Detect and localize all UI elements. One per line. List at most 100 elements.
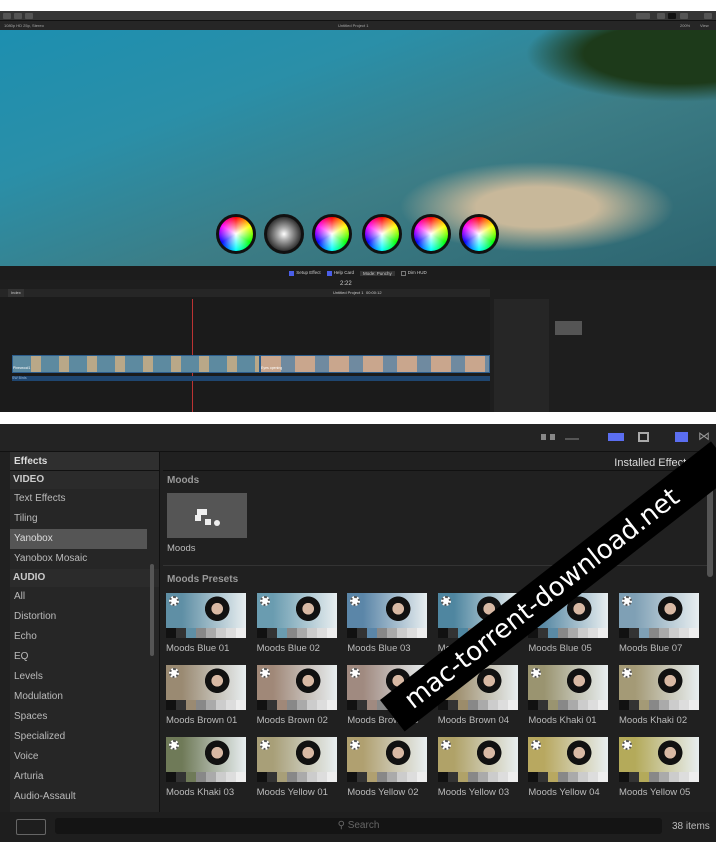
index-button[interactable]: Index xyxy=(8,289,24,297)
sidebar-item-yanobox-mosaic[interactable]: Yanobox Mosaic xyxy=(10,549,159,569)
color-wheel-3[interactable] xyxy=(312,214,352,254)
preset-thumb[interactable] xyxy=(256,665,337,710)
effect-controls-bar: Setup Effect Help Card Mode: Punchy Dim … xyxy=(0,266,716,280)
sidebar-item-modulation[interactable]: Modulation xyxy=(10,687,159,707)
browser-toolbar: ⋈ xyxy=(0,424,716,452)
inspector-toggle[interactable] xyxy=(680,13,688,19)
color-wheel-6[interactable] xyxy=(459,214,499,254)
preset-badge-icon xyxy=(169,740,179,750)
app-toolbar xyxy=(0,11,716,21)
preset-thumb[interactable] xyxy=(166,665,246,710)
preset-badge-icon xyxy=(622,668,632,678)
sidebar-item-eq[interactable]: EQ xyxy=(10,647,159,667)
timeline-toggle[interactable] xyxy=(668,13,676,19)
clip-appearance-icon[interactable] xyxy=(638,432,649,442)
sidebar-item-audio-assault[interactable]: Audio-Assault xyxy=(10,787,159,807)
preset-thumb[interactable] xyxy=(256,593,337,638)
preset-label: Moods Khaki 03 xyxy=(166,787,235,798)
browser-toggle[interactable] xyxy=(657,13,665,19)
sidebar-item-all[interactable]: All xyxy=(10,587,159,607)
sidebar-item-specialized[interactable]: Specialized xyxy=(10,727,159,747)
zoom-menu[interactable]: 200% xyxy=(680,21,690,30)
effects-browser-toggle-icon[interactable] xyxy=(675,432,688,442)
preset-thumb[interactable] xyxy=(619,737,699,782)
background-tasks-button[interactable] xyxy=(25,13,33,19)
viewer-project-title: Untitled Project 1 xyxy=(338,23,369,28)
sidebar-item-tiling[interactable]: Tiling xyxy=(10,509,159,529)
item-count: 38 items xyxy=(672,821,710,832)
sidebar-item-yanobox[interactable]: Yanobox xyxy=(10,529,147,549)
sidebar-toggle-button[interactable] xyxy=(16,819,46,835)
dim-hud-checkbox[interactable]: Dim HUD xyxy=(400,270,427,276)
audio-skimming-icon[interactable] xyxy=(565,434,579,440)
sidebar-item-arturia[interactable]: Arturia xyxy=(10,767,159,787)
preset-badge-icon xyxy=(259,668,270,678)
search-placeholder: Search xyxy=(347,820,380,831)
color-wheel-4[interactable] xyxy=(362,214,402,254)
color-wheel-luma[interactable] xyxy=(264,214,304,254)
preset-label: Moods Blue 01 xyxy=(166,643,230,654)
audio-clip[interactable]: SW Birds xyxy=(12,376,490,381)
clip-skimming-icon[interactable] xyxy=(541,434,555,440)
workspace-button[interactable] xyxy=(636,13,650,19)
moods-logo-icon xyxy=(195,509,220,526)
keywords-button[interactable] xyxy=(14,13,22,19)
preset-label: Moods Blue 03 xyxy=(347,643,411,654)
help-card-checkbox[interactable]: Help Card xyxy=(326,270,354,276)
import-button[interactable] xyxy=(3,13,11,19)
preset-badge-icon xyxy=(259,740,270,750)
preset-thumb[interactable] xyxy=(528,737,609,782)
preset-thumb[interactable] xyxy=(619,593,699,638)
setup-effect-checkbox[interactable]: Setup Effect xyxy=(289,270,321,276)
sidebar-scrollbar[interactable] xyxy=(150,564,154,656)
search-input[interactable]: ⚲ Search xyxy=(55,818,662,834)
preset-thumb[interactable] xyxy=(619,665,699,710)
video-section[interactable]: VIDEO xyxy=(10,471,159,489)
snapping-icon[interactable] xyxy=(608,433,624,441)
mode-select[interactable]: Mode: Punchy xyxy=(359,270,395,276)
color-wheel-1[interactable] xyxy=(216,214,256,254)
moods-effect-thumb[interactable] xyxy=(167,493,247,538)
sidebar-item-echo[interactable]: Echo xyxy=(10,627,159,647)
preset-label: Moods Blue 02 xyxy=(256,643,320,654)
preset-label: Moods Blue 07 xyxy=(619,643,683,654)
preset-label: Moods Khaki 01 xyxy=(528,715,597,726)
preset-thumb[interactable] xyxy=(437,737,518,782)
sidebar-item-spaces[interactable]: Spaces xyxy=(10,707,159,727)
sidebar-item-text-effects[interactable]: Text Effects xyxy=(10,489,159,509)
effects-browser-mini xyxy=(492,299,716,412)
preset-thumb[interactable] xyxy=(528,665,609,710)
preset-label: Moods Yellow 03 xyxy=(437,787,510,798)
color-wheel-5[interactable] xyxy=(411,214,451,254)
dim-hud-label: Dim HUD xyxy=(407,270,427,276)
preset-label: Moods Brown 02 xyxy=(256,715,328,726)
preset-badge-icon xyxy=(169,668,179,678)
share-button[interactable] xyxy=(704,13,712,19)
clip-eyes-opening[interactable]: Eyes opening xyxy=(260,355,490,373)
preset-badge-icon xyxy=(622,740,632,750)
preset-thumb[interactable] xyxy=(347,737,428,782)
timeline-duration: 00:00:12 xyxy=(366,290,382,295)
audio-section[interactable]: AUDIO xyxy=(10,569,159,587)
help-card-label: Help Card xyxy=(333,270,354,276)
preset-thumb[interactable] xyxy=(347,593,428,638)
preset-badge-icon xyxy=(259,596,270,606)
fcp-window-overview: 1080p HD 25p, Stereo Untitled Project 1 … xyxy=(0,11,716,412)
preset-label: Moods Brown 04 xyxy=(437,715,510,726)
sidebar-item-distortion[interactable]: Distortion xyxy=(10,607,159,627)
preset-thumb[interactable] xyxy=(166,737,246,782)
sidebar-item-voice[interactable]: Voice xyxy=(10,747,159,767)
timecode-display: 2:22 xyxy=(340,281,352,287)
timeline[interactable]: Index Untitled Project 1 00:00:12 Pinewo… xyxy=(0,289,490,412)
clip-pinewood[interactable]: Pinewood1 xyxy=(12,355,260,373)
preset-badge-icon xyxy=(169,596,179,606)
preset-label: Moods Blue 05 xyxy=(528,643,592,654)
transitions-browser-icon[interactable]: ⋈ xyxy=(698,429,710,443)
preset-thumb[interactable] xyxy=(166,593,246,638)
preset-badge-icon xyxy=(440,740,451,750)
preset-thumb[interactable] xyxy=(256,737,337,782)
sidebar-item-levels[interactable]: Levels xyxy=(10,667,159,687)
view-menu[interactable]: View xyxy=(700,21,709,30)
viewer-canvas[interactable] xyxy=(0,30,716,266)
preset-badge-icon xyxy=(622,596,632,606)
